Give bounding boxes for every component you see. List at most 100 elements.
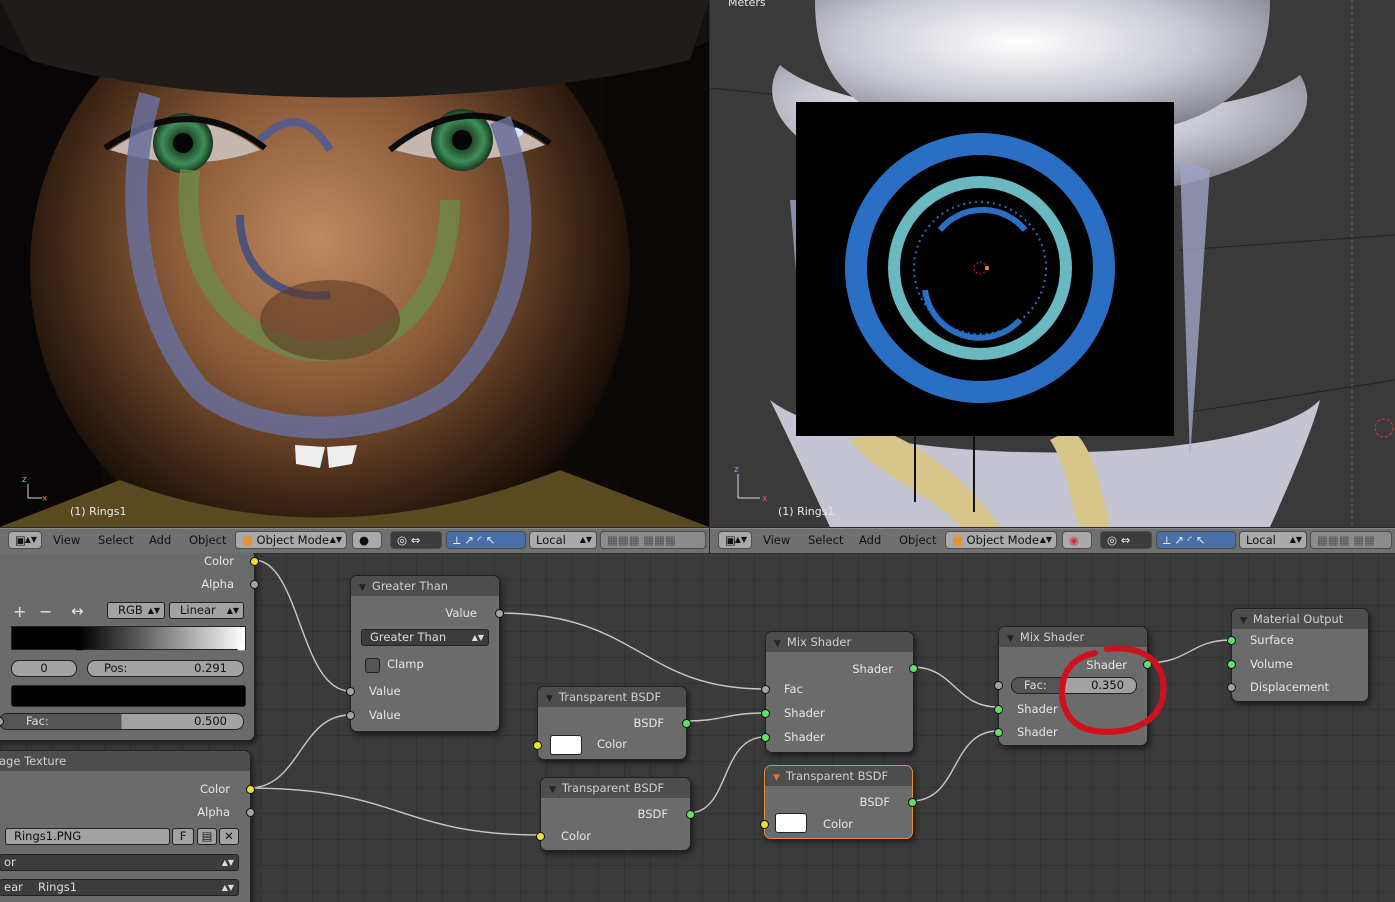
mode-dropdown[interactable]: ■ Object Mode ▲▼ <box>945 531 1057 549</box>
interpolation-dropdown[interactable]: ear Rings1 ▲▼ <box>0 879 239 896</box>
manipulator-icon: ⟂ ↗ ◜ ↖ <box>453 533 496 547</box>
menu-view[interactable]: View <box>53 531 80 550</box>
volume-label: Volume <box>1250 657 1293 671</box>
mix-shader1-socket[interactable] <box>994 705 1003 714</box>
menu-select[interactable]: Select <box>808 531 843 550</box>
add-stop-button[interactable]: + <box>13 602 26 621</box>
tex-color-socket[interactable] <box>246 785 255 794</box>
mix-shader1-socket[interactable] <box>761 709 770 718</box>
manipulator-buttons[interactable]: ⟂ ↗ ◜ ↖ <box>1156 531 1236 549</box>
ramp-alpha-socket[interactable] <box>250 580 259 589</box>
transform-orientation-dropdown[interactable]: Local ▲▼ <box>529 531 597 549</box>
color-swatch[interactable] <box>550 735 582 755</box>
surface-input-socket[interactable] <box>1227 636 1236 645</box>
menu-select[interactable]: Select <box>98 531 133 550</box>
displacement-input-socket[interactable] <box>1227 683 1236 692</box>
gt-value-output-socket[interactable] <box>495 609 504 618</box>
editor-type-button[interactable]: ▣ ▲▼ <box>8 531 42 549</box>
ramp-stop-marker[interactable]: ▲ <box>76 641 84 652</box>
color-mode-dropdown[interactable]: RGB ▲▼ <box>107 602 165 619</box>
surface-label: Surface <box>1250 633 1294 647</box>
color-input-socket[interactable] <box>536 832 545 841</box>
interpolation-dropdown[interactable]: Linear ▲▼ <box>169 602 244 619</box>
image-texture-node[interactable]: age Texture Color Alpha Rings1.PNG F ▤ ✕… <box>0 750 255 902</box>
mix-fac-label: Fac <box>784 682 803 696</box>
collapse-icon[interactable]: ▼ <box>773 768 780 788</box>
material-output-node[interactable]: ▼ Material Output Surface Volume Displace… <box>1227 608 1369 702</box>
editor-type-button[interactable]: ▣ ▲▼ <box>718 531 752 549</box>
pivot-snap-buttons[interactable]: ◎ ⇔ <box>390 531 442 549</box>
collapse-icon[interactable]: ▼ <box>549 780 556 800</box>
link-tbsdf3-to-mix2 <box>910 730 999 802</box>
open-image-button[interactable]: ▤ <box>197 828 217 845</box>
color-input-socket[interactable] <box>760 820 769 829</box>
transform-orientation-dropdown[interactable]: Local ▲▼ <box>1239 531 1307 549</box>
render-viewport[interactable]: z x (1) Rings1 <box>0 0 709 527</box>
mix-fac-socket[interactable] <box>761 685 770 694</box>
mode-dropdown[interactable]: ■ Object Mode ▲▼ <box>235 531 347 549</box>
stop-color-swatch[interactable] <box>11 685 246 707</box>
mix-in-shader1-label: Shader <box>1017 702 1058 716</box>
bsdf-output-socket[interactable] <box>686 810 695 819</box>
color-input-socket[interactable] <box>533 741 542 750</box>
menu-view[interactable]: View <box>763 531 790 550</box>
close-icon: ✕ <box>224 829 234 843</box>
bsdf-output-socket[interactable] <box>682 719 691 728</box>
bsdf-output-socket[interactable] <box>908 798 917 807</box>
gt-value1-socket[interactable] <box>346 687 355 696</box>
collapse-icon[interactable]: ▼ <box>774 634 781 654</box>
math-operation-dropdown[interactable]: Greater Than ▲▼ <box>361 629 489 646</box>
collapse-icon[interactable]: ▼ <box>359 578 366 598</box>
menu-add[interactable]: Add <box>149 531 171 550</box>
mix-shader2-socket[interactable] <box>994 728 1003 737</box>
ramp-stop-marker[interactable]: ▲ <box>237 641 245 652</box>
stop-position-field[interactable]: Pos: 0.291 <box>87 660 244 677</box>
viewport-shading-dropdown[interactable]: ● <box>352 531 382 549</box>
layer-buttons[interactable]: ▦▦▦ ▦▦ <box>1310 531 1392 549</box>
bsdf-out-label: BSDF <box>633 716 664 730</box>
color-ramp-gradient[interactable]: ▲ ▲ <box>11 626 246 652</box>
unlink-image-button[interactable]: ✕ <box>219 828 239 845</box>
collapse-icon[interactable]: ▼ <box>1240 611 1247 631</box>
mix-shader-output-socket[interactable] <box>909 664 918 673</box>
greater-than-node[interactable]: ▼ Greater Than Value Greater Than ▲▼ Clamp… <box>346 575 504 732</box>
color-swatch[interactable] <box>775 813 807 833</box>
transparent-bsdf-node-3[interactable]: ▼ Transparent BSDF BSDF Color <box>760 765 917 839</box>
flip-ramp-button[interactable]: ↔ <box>71 602 84 620</box>
fac-field[interactable]: Fac: 0.500 <box>0 713 244 730</box>
gt-value2-socket[interactable] <box>346 711 355 720</box>
transparent-bsdf-node-2[interactable]: ▼ Transparent BSDF BSDF Color <box>536 777 695 851</box>
mix-shader-node-1[interactable]: ▼ Mix Shader Shader Fac Shader Shader <box>761 631 918 753</box>
fake-user-button[interactable]: F <box>172 828 194 845</box>
image-name-field[interactable]: Rings1.PNG <box>5 828 170 845</box>
pivot-icon: ◎ ⇔ <box>1107 533 1131 547</box>
menu-object[interactable]: Object <box>899 531 936 550</box>
node-editor[interactable]: Color Alpha + − ↔ RGB ▲▼ Linear ▲▼ ▲ ▲ 0 P… <box>0 553 1395 902</box>
ramp-out-color-label: Color <box>203 554 234 568</box>
tex-alpha-socket[interactable] <box>246 808 255 817</box>
volume-input-socket[interactable] <box>1227 660 1236 669</box>
tex-out-alpha-label: Alpha <box>197 805 230 819</box>
remove-stop-button[interactable]: − <box>39 602 52 621</box>
clamp-checkbox[interactable] <box>365 658 380 673</box>
transparent-bsdf-node-1[interactable]: ▼ Transparent BSDF BSDF Color <box>533 686 691 760</box>
manipulator-buttons[interactable]: ⟂ ↗ ◜ ↖ <box>446 531 526 549</box>
color-label: Color <box>597 737 628 751</box>
3d-viewport[interactable]: z x Meters (1) Rings1 <box>710 0 1395 527</box>
mix-fac-socket[interactable] <box>994 681 1003 690</box>
viewport-header-left: ▣ ▲▼ View Select Add Object ■ Object Mode… <box>0 528 709 554</box>
mix-shader2-socket[interactable] <box>761 733 770 742</box>
pivot-snap-buttons[interactable]: ◎ ⇔ <box>1100 531 1152 549</box>
color-ramp-node[interactable]: Color Alpha + − ↔ RGB ▲▼ Linear ▲▼ ▲ ▲ 0 P… <box>0 553 259 741</box>
color-space-dropdown[interactable]: or ▲▼ <box>0 854 239 871</box>
collapse-icon[interactable]: ▼ <box>546 689 553 709</box>
viewport-object-label: (1) Rings1 <box>70 505 127 518</box>
collapse-icon[interactable]: ▼ <box>1007 629 1014 649</box>
menu-add[interactable]: Add <box>859 531 881 550</box>
link-tex-color-to-gt <box>248 714 351 789</box>
stop-index-field[interactable]: 0 <box>11 660 77 677</box>
ramp-color-socket[interactable] <box>250 557 259 566</box>
menu-object[interactable]: Object <box>189 531 226 550</box>
layer-buttons[interactable]: ▦▦▦ ▦▦▦ <box>600 531 706 549</box>
viewport-shading-dropdown[interactable]: ◉ <box>1062 531 1092 549</box>
